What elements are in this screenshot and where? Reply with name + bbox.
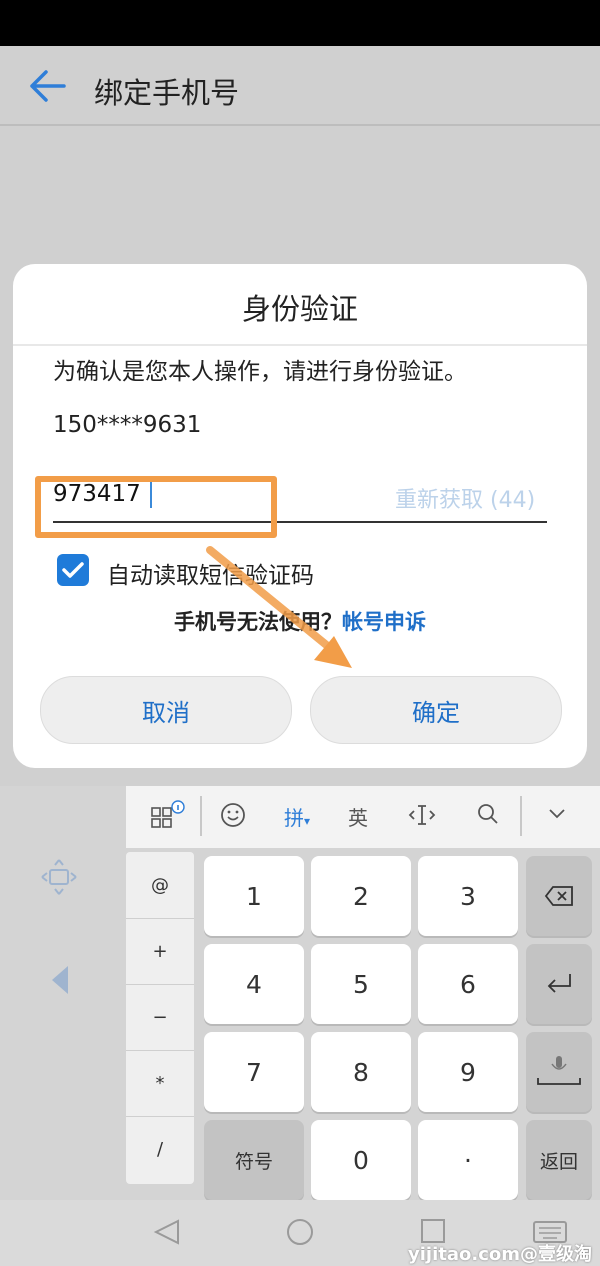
hide-keyboard-chevron-icon[interactable] [546, 802, 568, 829]
digit-key-6[interactable]: 6 [418, 944, 518, 1024]
app-bar: 绑定手机号 [0, 46, 600, 126]
symbol-key[interactable]: − [126, 984, 194, 1051]
digit-key-7[interactable]: 7 [204, 1032, 304, 1112]
auto-read-label: 自动读取短信验证码 [107, 563, 314, 589]
backspace-key[interactable] [526, 856, 592, 936]
digit-key-3[interactable]: 3 [418, 856, 518, 936]
backspace-icon [544, 886, 573, 906]
enter-key[interactable] [526, 944, 592, 1024]
digit-key-9[interactable]: 9 [418, 1032, 518, 1112]
watermark: yijitao.com@壹级淘 [408, 1244, 592, 1265]
help-row: 手机号无法使用？帐号申诉 [13, 606, 587, 636]
toolbar-separator [200, 796, 202, 836]
symbol-key[interactable]: @ [126, 852, 194, 919]
keyboard: 拼▾ 英 @ + − * / 1 2 3 4 5 6 7 8 9 符号 0 · … [0, 786, 600, 1200]
keyboard-side-panel [0, 786, 122, 1200]
home-circle-icon[interactable] [286, 1218, 314, 1250]
digit-key-4[interactable]: 4 [204, 944, 304, 1024]
dialog-title: 身份验证 [241, 292, 358, 326]
symbol-key[interactable]: / [126, 1116, 194, 1182]
digit-key-2[interactable]: 2 [311, 856, 411, 936]
english-mode-button[interactable]: 英 [348, 802, 368, 831]
toolbar-separator [520, 796, 522, 836]
collapse-left-icon[interactable] [48, 964, 72, 1000]
status-bar [0, 0, 600, 46]
account-appeal-link[interactable]: 帐号申诉 [342, 610, 426, 634]
move-keyboard-icon[interactable] [40, 858, 78, 896]
emoji-icon[interactable] [220, 802, 246, 833]
back-triangle-icon[interactable] [152, 1218, 182, 1250]
symbols-key[interactable]: 符号 [204, 1120, 304, 1200]
pinyin-label: 拼 [284, 806, 304, 830]
annotation-highlight [35, 476, 277, 538]
page-title: 绑定手机号 [94, 76, 240, 110]
keyboard-toolbar: 拼▾ 英 [126, 786, 600, 848]
dialog-divider [13, 344, 587, 346]
symbol-key[interactable]: + [126, 918, 194, 985]
digit-key-1[interactable]: 1 [204, 856, 304, 936]
dialog-description: 为确认是您本人操作，请进行身份验证。 [53, 359, 467, 385]
resend-code-button[interactable]: 重新获取 (44) [395, 482, 535, 514]
symbol-key[interactable]: * [126, 1050, 194, 1117]
auto-read-checkbox[interactable] [57, 554, 89, 586]
voice-space-key[interactable] [526, 1032, 592, 1112]
verify-dialog: 身份验证 为确认是您本人操作，请进行身份验证。 150****9631 重新获取… [13, 264, 587, 768]
enter-icon [547, 974, 571, 993]
grid-menu-icon[interactable] [150, 800, 186, 835]
dot-key[interactable]: · [418, 1120, 518, 1200]
help-question: 手机号无法使用？ [174, 610, 342, 634]
cancel-button[interactable]: 取消 [40, 676, 292, 744]
phone-number: 150****9631 [53, 412, 202, 438]
symbol-column: @ + − * / [126, 852, 194, 1184]
check-icon [62, 562, 84, 578]
return-key[interactable]: 返回 [526, 1120, 592, 1200]
microphone-icon [537, 1056, 581, 1085]
confirm-button[interactable]: 确定 [310, 676, 562, 744]
pinyin-mode-button[interactable]: 拼▾ [284, 802, 310, 831]
dropdown-caret-icon: ▾ [304, 814, 311, 828]
search-icon[interactable] [476, 802, 500, 831]
digit-key-0[interactable]: 0 [311, 1120, 411, 1200]
cursor-move-icon[interactable] [408, 802, 436, 833]
digit-key-8[interactable]: 8 [311, 1032, 411, 1112]
back-arrow-icon[interactable] [28, 68, 68, 104]
digit-key-5[interactable]: 5 [311, 944, 411, 1024]
